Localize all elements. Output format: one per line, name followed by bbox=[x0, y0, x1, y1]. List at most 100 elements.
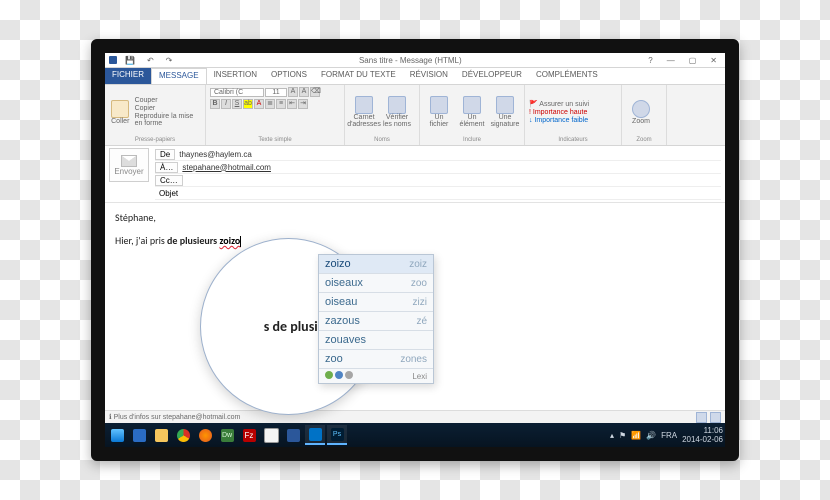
shrink-font-button[interactable]: A bbox=[299, 87, 309, 97]
tab-message[interactable]: MESSAGE bbox=[151, 68, 207, 84]
taskbar-app-explorer[interactable] bbox=[151, 426, 171, 444]
view-toggle-icon[interactable] bbox=[710, 412, 721, 423]
body-greeting: Stéphane, bbox=[115, 211, 715, 224]
check-names-button[interactable]: Vérifier les noms bbox=[382, 96, 412, 128]
suggestion-row[interactable]: zoozones bbox=[319, 350, 433, 369]
envelope-icon bbox=[121, 155, 137, 167]
font-color-button[interactable]: A bbox=[254, 99, 264, 109]
bold-button[interactable]: B bbox=[210, 99, 220, 109]
taskbar-app-notepad[interactable] bbox=[261, 426, 281, 444]
tray-language[interactable]: FRA bbox=[661, 431, 677, 440]
indent-left-button[interactable]: ⇤ bbox=[287, 99, 297, 109]
font-size-select[interactable]: 11 bbox=[265, 88, 287, 97]
follow-up-button[interactable]: 🚩 Assurer un suivi bbox=[529, 100, 589, 108]
signature-icon bbox=[496, 96, 514, 114]
low-importance-button[interactable]: ↓ Importance faible bbox=[529, 117, 589, 124]
attach-item-icon bbox=[463, 96, 481, 114]
clear-format-button[interactable]: ⌫ bbox=[310, 87, 320, 97]
chrome-icon bbox=[177, 429, 190, 442]
tray-network-icon[interactable]: 📶 bbox=[631, 431, 641, 440]
group-names: Carnet d'adresses Vérifier les noms Noms bbox=[345, 85, 420, 145]
zoom-button[interactable]: Zoom bbox=[626, 100, 656, 125]
signature-button[interactable]: Une signature bbox=[490, 96, 520, 128]
dreamweaver-icon: Dw bbox=[221, 429, 234, 442]
people-pane-icon[interactable] bbox=[696, 412, 707, 423]
group-flags-title: Indicateurs bbox=[529, 137, 617, 143]
underline-button[interactable]: S bbox=[232, 99, 242, 109]
high-importance-button[interactable]: ! Importance haute bbox=[529, 109, 589, 116]
taskbar-app-ie[interactable] bbox=[129, 426, 149, 444]
group-zoom: Zoom Zoom bbox=[622, 85, 667, 145]
group-flags: 🚩 Assurer un suivi ! Importance haute ↓ … bbox=[525, 85, 622, 145]
cut-button[interactable]: Couper bbox=[135, 97, 201, 104]
windows-logo-icon bbox=[111, 429, 124, 442]
ie-icon bbox=[133, 429, 146, 442]
tab-complements[interactable]: COMPLÉMENTS bbox=[529, 68, 605, 84]
tab-insertion[interactable]: INSERTION bbox=[207, 68, 264, 84]
taskbar-app-dreamweaver[interactable]: Dw bbox=[217, 426, 237, 444]
cc-button[interactable]: Cc… bbox=[155, 175, 183, 186]
message-header: Envoyer De thaynes@haylem.ca À… stepahan… bbox=[105, 146, 725, 203]
from-button[interactable]: De bbox=[155, 149, 175, 160]
tab-review[interactable]: RÉVISION bbox=[403, 68, 455, 84]
numbering-button[interactable]: ≡ bbox=[276, 99, 286, 109]
taskbar-app-word[interactable] bbox=[283, 426, 303, 444]
suggestion-row[interactable]: zazouszé bbox=[319, 312, 433, 331]
start-button[interactable] bbox=[107, 426, 127, 444]
grow-font-button[interactable]: A bbox=[288, 87, 298, 97]
tab-developer[interactable]: DÉVELOPPEUR bbox=[455, 68, 529, 84]
ribbon-tabs: FICHIER MESSAGE INSERTION OPTIONS FORMAT… bbox=[105, 68, 725, 84]
send-button[interactable]: Envoyer bbox=[109, 148, 149, 182]
italic-button[interactable]: I bbox=[221, 99, 231, 109]
tray-volume-icon[interactable]: 🔊 bbox=[646, 431, 656, 440]
tab-file[interactable]: FICHIER bbox=[105, 68, 151, 84]
check-names-label: Vérifier les noms bbox=[383, 114, 411, 128]
taskbar-app-chrome[interactable] bbox=[173, 426, 193, 444]
misspelled-word[interactable]: zoizo bbox=[219, 234, 240, 247]
tray-time[interactable]: 11:06 bbox=[704, 426, 723, 435]
check-names-icon bbox=[388, 96, 406, 114]
window-maximize-icon[interactable]: ▢ bbox=[685, 56, 701, 65]
bullets-button[interactable]: ≣ bbox=[265, 99, 275, 109]
suggestion-row[interactable]: oiseauxzoo bbox=[319, 274, 433, 293]
tray-up-icon[interactable]: ▴ bbox=[610, 431, 614, 440]
taskbar-app-photoshop[interactable]: Ps bbox=[327, 425, 347, 445]
status-info: Plus d'infos sur stepahane@hotmail.com bbox=[114, 414, 241, 421]
highlight-button[interactable]: ab bbox=[243, 99, 253, 109]
to-value[interactable]: stepahane@hotmail.com bbox=[182, 163, 721, 172]
word-icon bbox=[287, 429, 300, 442]
copy-button[interactable]: Copier bbox=[135, 105, 201, 112]
window-close-icon[interactable]: ✕ bbox=[706, 56, 721, 65]
taskbar-app-outlook[interactable] bbox=[305, 425, 325, 445]
tray-flag-icon[interactable]: ⚑ bbox=[619, 431, 626, 440]
indent-right-button[interactable]: ⇥ bbox=[298, 99, 308, 109]
paste-button[interactable]: Coller bbox=[109, 100, 132, 125]
format-painter-button[interactable]: Reproduire la mise en forme bbox=[135, 113, 201, 127]
taskbar-app-filezilla[interactable]: Fz bbox=[239, 426, 259, 444]
font-name-select[interactable]: Calibri (C bbox=[210, 88, 264, 97]
attach-file-button[interactable]: Un fichier bbox=[424, 96, 454, 128]
group-clipboard: Coller Couper Copier Reproduire la mise … bbox=[105, 85, 206, 145]
window-help-icon[interactable]: ? bbox=[644, 56, 656, 65]
qat-undo-icon[interactable]: ↶ bbox=[143, 56, 158, 65]
paperclip-icon bbox=[430, 96, 448, 114]
qat-redo-icon[interactable]: ↷ bbox=[162, 56, 177, 65]
folder-icon bbox=[155, 429, 168, 442]
clipboard-icon bbox=[111, 100, 129, 118]
qat-save-icon[interactable]: 💾 bbox=[121, 56, 139, 65]
tray-date[interactable]: 2014-02-06 bbox=[682, 435, 723, 444]
taskbar-app-firefox[interactable] bbox=[195, 426, 215, 444]
tab-format-text[interactable]: FORMAT DU TEXTE bbox=[314, 68, 403, 84]
group-names-title: Noms bbox=[349, 137, 415, 143]
address-book-icon bbox=[355, 96, 373, 114]
body-line: Hier, j'ai pris de plusieurs zoizo bbox=[115, 234, 715, 247]
suggestion-row[interactable]: zoizozoiz bbox=[319, 255, 433, 274]
window-minimize-icon[interactable]: — bbox=[663, 56, 679, 65]
attach-item-button[interactable]: Un élément bbox=[457, 96, 487, 128]
suggestion-row[interactable]: oiseauzizi bbox=[319, 293, 433, 312]
suggestion-row[interactable]: zouaves bbox=[319, 331, 433, 350]
tab-options[interactable]: OPTIONS bbox=[264, 68, 314, 84]
address-book-button[interactable]: Carnet d'adresses bbox=[349, 96, 379, 128]
to-button[interactable]: À… bbox=[155, 162, 178, 173]
group-include-title: Inclure bbox=[424, 137, 520, 143]
